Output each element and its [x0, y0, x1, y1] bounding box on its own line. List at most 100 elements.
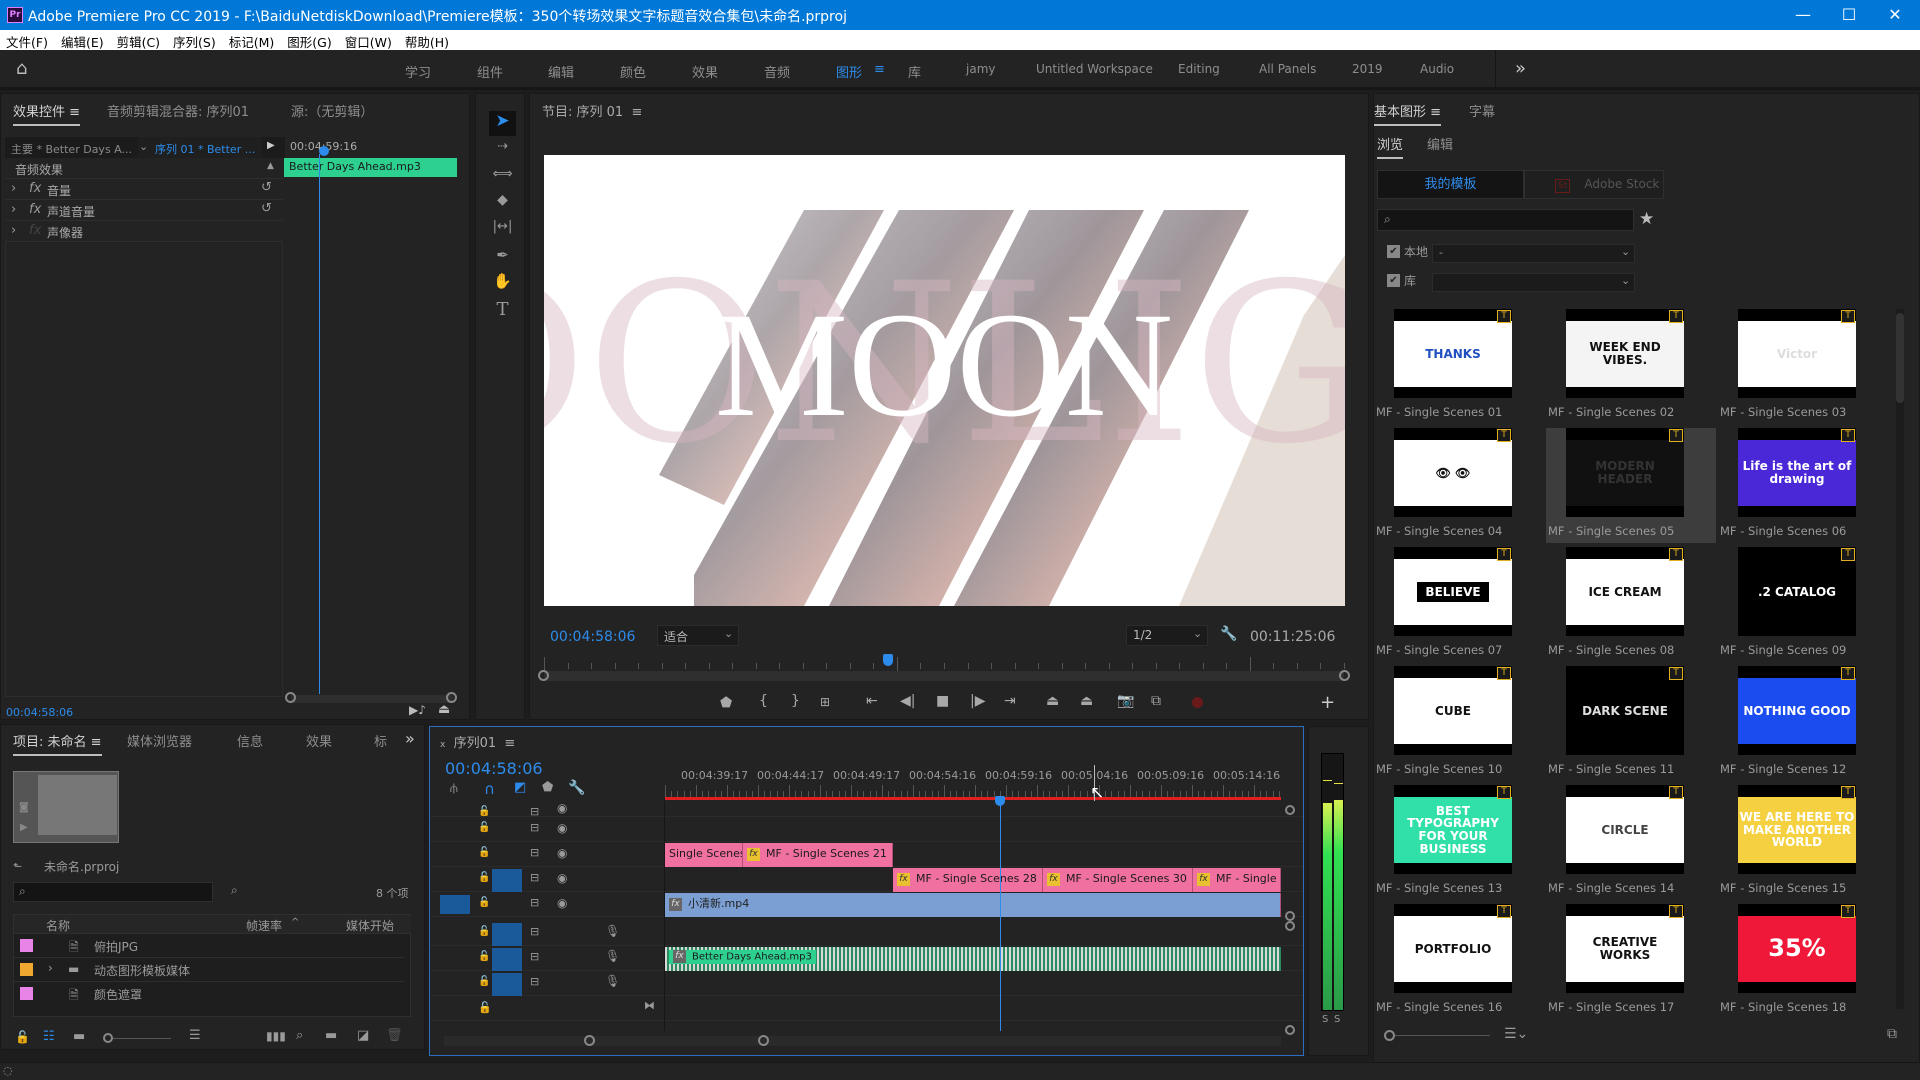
go-to-out-point-icon[interactable]: ⇥ — [1004, 693, 1016, 709]
workspace-assembly[interactable]: 组件 — [477, 62, 503, 81]
tab-project[interactable]: 项目: 未命名 ≡ — [13, 731, 102, 756]
scroll-handle-left[interactable] — [538, 670, 549, 681]
add-marker-icon[interactable]: ⬟ — [542, 780, 553, 795]
comparison-view-icon[interactable]: ⧉ — [1151, 693, 1161, 709]
menu-window[interactable]: 窗口(W) — [339, 30, 392, 51]
trash-icon[interactable]: 🗑 — [386, 1028, 403, 1043]
eye-icon[interactable]: ◉ — [557, 821, 567, 835]
vertical-zoom-handle[interactable] — [1285, 805, 1295, 815]
solo-left-button[interactable]: S — [1322, 1014, 1328, 1025]
playhead-handle[interactable] — [319, 146, 329, 156]
reset-icon[interactable]: ↺ — [261, 180, 272, 195]
template-card[interactable]: ICE CREAM T MF - Single Scenes 08 — [1546, 547, 1716, 662]
track-target-v4[interactable] — [492, 819, 522, 842]
clip-v3[interactable]: Single Scenes 16 — [665, 843, 743, 867]
lock-icon[interactable]: 🔓 — [478, 1001, 492, 1014]
menu-graphics[interactable]: 图形(G) — [281, 30, 331, 51]
template-card[interactable]: BEST TYPOGRAPHY FOR YOUR BUSINESS T MF - S… — [1374, 785, 1544, 900]
tab-info[interactable]: 信息 — [237, 731, 263, 750]
scroll-handle-left[interactable] — [285, 692, 296, 703]
source-patch-v1[interactable] — [440, 895, 470, 914]
track-target-v5[interactable] — [492, 801, 522, 815]
collapse-tracks-icon[interactable]: ⧓ — [644, 999, 655, 1012]
lock-icon[interactable]: 🔓 — [478, 897, 490, 908]
monitor-scrollbar[interactable] — [544, 671, 1344, 681]
effect-row-channel-volume[interactable]: › fx 声道音量 ↺ — [5, 200, 283, 221]
new-template-icon[interactable]: ⧉ — [1887, 1026, 1897, 1042]
vertical-zoom-handle[interactable] — [1285, 921, 1295, 931]
library-checkbox[interactable]: ✔ — [1387, 274, 1400, 287]
lock-icon[interactable]: 🔓 — [478, 822, 490, 833]
eye-icon[interactable]: ◉ — [557, 896, 567, 910]
track-target-a3[interactable] — [492, 973, 522, 996]
monitor-playhead[interactable] — [883, 654, 893, 666]
eye-icon[interactable]: ◉ — [557, 801, 567, 815]
template-card[interactable]: NOTHING GOOD T MF - Single Scenes 12 — [1718, 666, 1888, 781]
expand-chevron-icon[interactable]: › — [11, 181, 16, 196]
timeline-horizontal-scrollbar[interactable] — [444, 1036, 1281, 1046]
track-target-v2[interactable] — [492, 869, 522, 892]
new-bin-icon[interactable]: ▬ — [325, 1028, 337, 1043]
go-to-in-icon[interactable]: ⊞ — [820, 695, 830, 709]
track-target-v3[interactable] — [492, 844, 522, 867]
workspace-libraries[interactable]: 库 — [908, 62, 921, 81]
workspace-editing-cn[interactable]: 编辑 — [548, 62, 574, 81]
panel-overflow-icon[interactable]: » — [405, 729, 415, 748]
template-card[interactable]: WEEK END VIBES. T MF - Single Scenes 02 — [1546, 309, 1716, 424]
effect-row-volume[interactable]: › fx 音量 ↺ — [5, 179, 283, 200]
folder-up-icon[interactable]: ⬑ — [13, 860, 22, 873]
linked-selection-icon[interactable]: ◩ — [514, 780, 526, 795]
add-button-icon[interactable]: + — [1320, 692, 1335, 713]
tab-markers[interactable]: 标 — [374, 731, 387, 750]
sync-lock-icon[interactable]: ⊟ — [530, 950, 539, 963]
extract-icon[interactable]: ⏏ — [1080, 693, 1093, 709]
lock-icon[interactable]: 🔓 — [478, 951, 490, 962]
camera-icon[interactable]: ◙ — [19, 802, 29, 813]
template-scrollbar-track[interactable] — [1896, 309, 1904, 1009]
collapse-up-icon[interactable]: ▲ — [267, 161, 274, 171]
workspace-learn[interactable]: 学习 — [405, 62, 431, 81]
scroll-handle-left[interactable] — [584, 1035, 595, 1046]
automate-to-sequence-icon[interactable]: ▮▮▮ — [266, 1029, 286, 1043]
lock-icon[interactable]: 🔓 — [478, 926, 490, 937]
column-frame-rate[interactable]: 帧速率 — [246, 917, 282, 934]
sort-ascending-icon[interactable]: ^ — [291, 917, 299, 928]
stop-icon[interactable]: ■ — [936, 693, 949, 709]
sequence-clip-label[interactable]: 序列 01 * Better ... — [155, 141, 255, 157]
tab-browse[interactable]: 浏览 — [1377, 134, 1404, 159]
local-checkbox[interactable]: ✔ — [1387, 245, 1400, 258]
sync-lock-icon[interactable]: ⊟ — [530, 896, 539, 909]
vertical-zoom-handle[interactable] — [1285, 911, 1295, 921]
lock-icon[interactable]: 🔓 — [478, 806, 490, 817]
expand-chevron-icon[interactable]: › — [48, 961, 53, 975]
project-item[interactable]: 🗎 颜色遮罩 — [14, 982, 404, 1006]
track-target-v1[interactable] — [492, 894, 522, 917]
lock-icon[interactable]: 🔓 — [478, 872, 490, 883]
fx-icon[interactable]: fx — [29, 223, 41, 238]
tab-effect-controls[interactable]: 效果控件 ≡ — [13, 101, 81, 126]
workspace-effects[interactable]: 效果 — [692, 62, 718, 81]
template-card[interactable]: DARK SCENE T MF - Single Scenes 11 — [1546, 666, 1716, 781]
eye-icon[interactable]: ◉ — [557, 871, 567, 885]
selection-tool-icon[interactable]: ➤ — [489, 111, 516, 136]
minimize-button[interactable]: — — [1780, 0, 1826, 30]
effect-row-panner[interactable]: › fx 声像器 — [5, 221, 283, 242]
panel-menu-icon[interactable]: ≡ — [504, 736, 515, 751]
library-filter-select[interactable]: ⌄ — [1432, 273, 1635, 292]
menu-help[interactable]: 帮助(H) — [399, 30, 449, 51]
new-item-icon[interactable]: ◪ — [357, 1028, 369, 1043]
resolution-select[interactable]: 1/2 ⌄ — [1126, 625, 1208, 646]
slip-tool-icon[interactable]: |↔| — [489, 219, 516, 234]
play-triangle-icon[interactable]: ▶ — [267, 140, 275, 151]
project-item[interactable]: › ▬ 动态图形模板媒体 — [14, 958, 404, 982]
snap-magnet-icon[interactable]: ∩ — [484, 780, 495, 798]
template-card[interactable]: MODERN HEADER T MF - Single Scenes 05 — [1546, 428, 1716, 543]
zoom-slider[interactable] — [113, 1038, 171, 1039]
tab-source[interactable]: 源:（无剪辑） — [291, 101, 373, 120]
timeline-settings-wrench-icon[interactable]: 🔧 — [568, 780, 585, 796]
sync-lock-icon[interactable]: ⊟ — [530, 871, 539, 884]
panel-menu-icon[interactable]: ≡ — [631, 105, 642, 120]
adobe-stock-button[interactable]: St Adobe Stock — [1524, 170, 1664, 199]
step-forward-icon[interactable]: |▶ — [970, 693, 985, 709]
sync-lock-icon[interactable]: ⊟ — [530, 821, 539, 834]
